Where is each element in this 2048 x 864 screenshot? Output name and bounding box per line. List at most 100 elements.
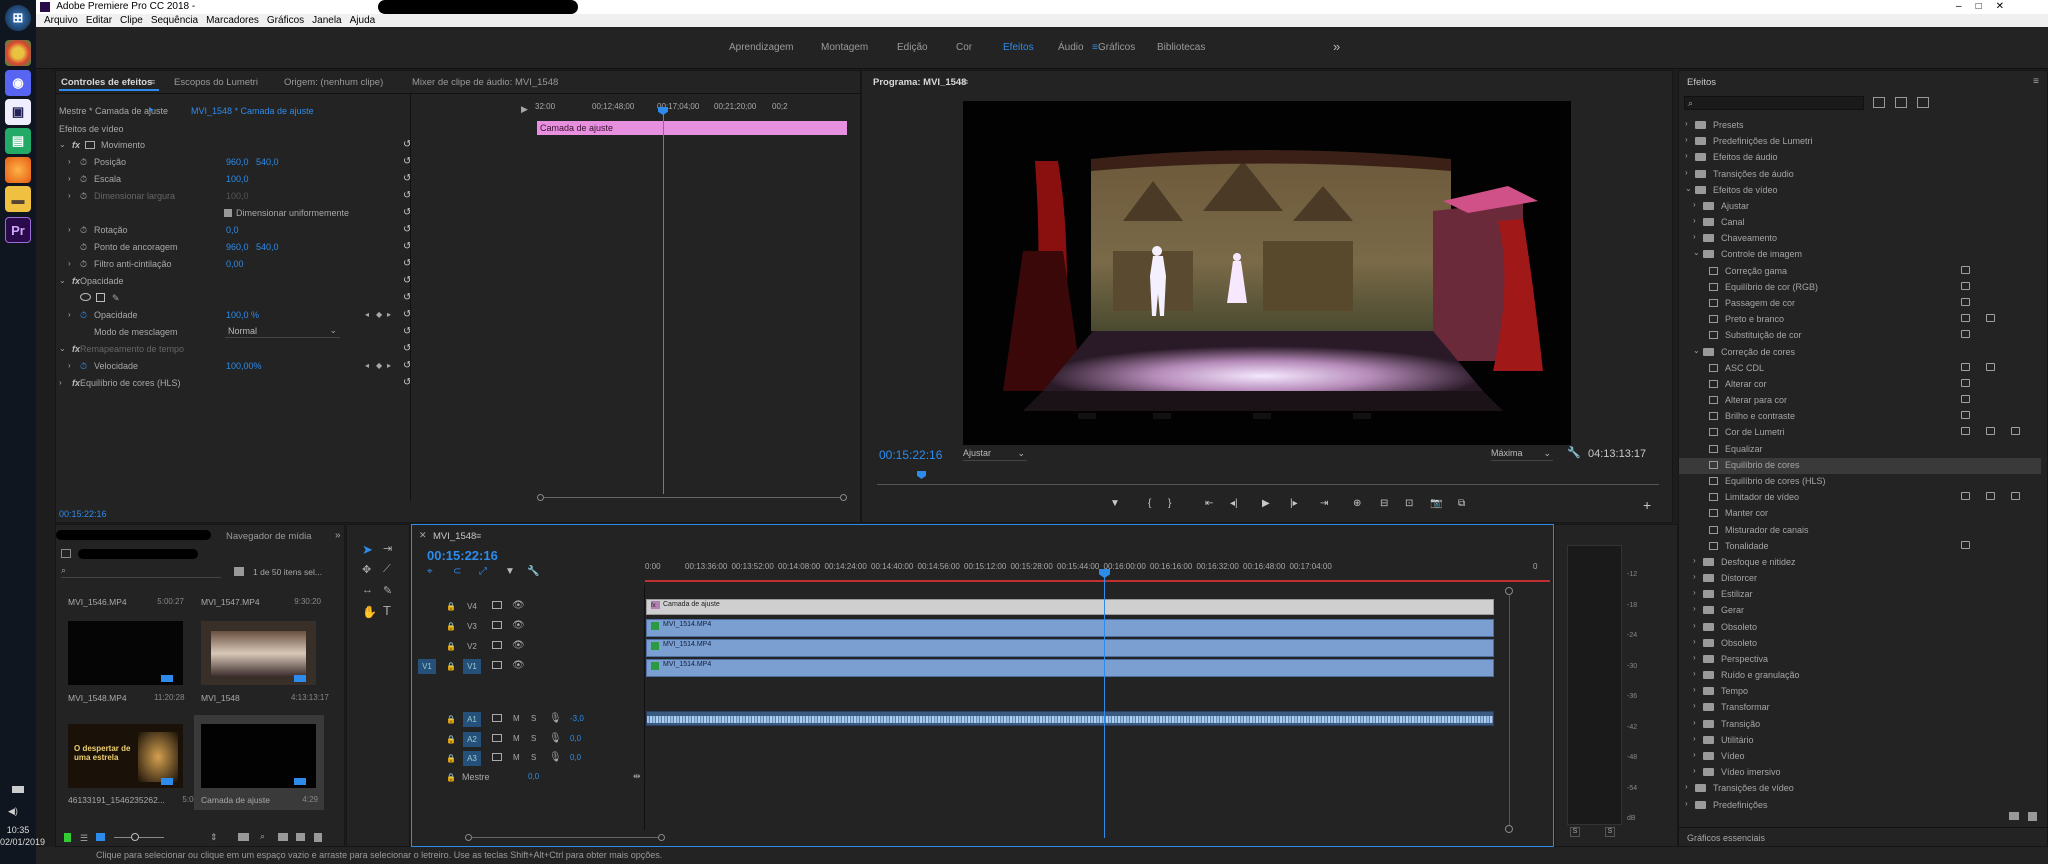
trash-icon[interactable] <box>314 833 322 842</box>
timeline-timecode[interactable]: 00:15:22:16 <box>427 548 498 563</box>
audio-track-header[interactable]: 🔒 A1 M S 🎙 -3,0 <box>412 712 644 730</box>
fx-badge-icon[interactable]: fx <box>72 344 80 354</box>
stopwatch-icon[interactable]: ⏱ <box>80 242 87 253</box>
pen-mask-icon[interactable]: ✎ <box>112 293 120 304</box>
twirl-icon[interactable]: › <box>1693 637 1696 646</box>
lock-track-icon[interactable]: 🔒 <box>446 715 456 724</box>
blend-mode-select[interactable]: Normal ⌄ <box>225 325 340 338</box>
effects-menu-icon[interactable]: ≡ <box>2033 76 2039 87</box>
eye-icon[interactable]: 👁 <box>512 660 525 671</box>
program-timecode[interactable]: 00:15:22:16 <box>879 448 942 462</box>
ec-row[interactable]: › fx Equilíbrio de cores (HLS) ↺ <box>56 376 541 392</box>
eye-icon[interactable]: 👁 <box>512 600 525 611</box>
stopwatch-icon[interactable]: ⏱ <box>80 174 87 185</box>
video-track-header[interactable]: V1 🔒 V1 👁 <box>412 659 644 677</box>
twirl-icon[interactable]: › <box>1693 572 1696 581</box>
twirl-icon[interactable]: › <box>68 191 71 200</box>
menu-item[interactable]: Arquivo <box>44 15 78 26</box>
volume-icon[interactable]: ◀) <box>8 806 18 817</box>
master-volume[interactable]: 0,0 <box>528 772 539 781</box>
media-browser-tab[interactable]: Navegador de mídia <box>226 531 312 542</box>
twirl-icon[interactable]: › <box>68 259 71 268</box>
ellipse-mask-icon[interactable] <box>80 293 91 301</box>
twirl-icon[interactable]: › <box>1693 669 1696 678</box>
effects-search-input[interactable]: ⌕ <box>1684 96 1864 110</box>
reset-icon[interactable]: ↺ <box>403 191 413 201</box>
effects-folder[interactable]: › Chaveamento <box>1679 231 2041 247</box>
workspace-menu-icon[interactable]: ≡ <box>1092 42 1098 53</box>
effects-folder[interactable]: › Transformar <box>1679 700 2041 716</box>
play-clip-icon[interactable]: ▶ <box>521 104 528 115</box>
effects-folder[interactable]: › Utilitário <box>1679 733 2041 749</box>
solo-button[interactable]: S <box>531 753 536 762</box>
effects-folder[interactable]: ⌄ Efeitos de vídeo <box>1679 183 2041 199</box>
sync-lock-icon[interactable] <box>492 621 502 629</box>
stopwatch-icon[interactable]: ⏱ <box>80 157 87 168</box>
twirl-icon[interactable]: ⌄ <box>59 140 66 149</box>
workspace-tab[interactable]: Cor <box>956 42 972 53</box>
ec-row[interactable]: › ⏱ Rotação 0,0 ↺ <box>56 223 541 239</box>
fit-select[interactable]: Ajustar ⌄ <box>963 448 1027 461</box>
project-item-name[interactable]: 46133191_1546235262... <box>68 795 165 805</box>
sync-lock-icon[interactable] <box>492 661 502 669</box>
list-view-icon[interactable]: ☰ <box>80 833 88 844</box>
discord-icon[interactable]: ◉ <box>5 70 31 96</box>
desktop-icon[interactable]: ▣ <box>5 99 31 125</box>
audio-track-header[interactable]: 🔒 A3 M S 🎙 0,0 <box>412 751 644 769</box>
effects-folder[interactable]: › Tempo <box>1679 684 2041 700</box>
twirl-icon[interactable]: › <box>1685 151 1688 160</box>
effect-item[interactable]: Equilíbrio de cores (HLS) <box>1679 474 2041 490</box>
twirl-icon[interactable]: › <box>1693 621 1696 630</box>
timeline-playhead-handle[interactable] <box>1099 569 1110 578</box>
accelerated-filter-icon[interactable] <box>1873 97 1885 108</box>
yuv-filter-icon[interactable] <box>1917 97 1929 108</box>
find-icon[interactable]: ⌕ <box>260 831 265 842</box>
twirl-icon[interactable]: ⌄ <box>1693 346 1700 355</box>
track-volume[interactable]: 0,0 <box>570 734 581 743</box>
reset-icon[interactable]: ↺ <box>403 293 413 303</box>
project-item-name[interactable]: MVI_1546.MP4 <box>68 597 127 607</box>
sync-lock-icon[interactable] <box>492 714 502 722</box>
reset-icon[interactable]: ↺ <box>403 174 413 184</box>
add-button-icon[interactable]: + <box>1643 497 1651 513</box>
twirl-icon[interactable]: › <box>1693 718 1696 727</box>
twirl-icon[interactable]: › <box>1685 119 1688 128</box>
add-keyframe-icon[interactable]: ◆ <box>376 361 382 370</box>
video-track-header[interactable]: 🔒 V4 👁 <box>412 599 644 617</box>
chrome-icon[interactable] <box>5 40 31 66</box>
prev-keyframe-icon[interactable]: ◂ <box>365 310 369 319</box>
ec-tab[interactable]: Escopos do Lumetri <box>174 77 258 88</box>
effects-tab[interactable]: Efeitos <box>1687 77 1716 88</box>
effects-folder[interactable]: › Obsoleto <box>1679 636 2041 652</box>
new-search-bin-icon[interactable] <box>234 567 244 576</box>
essential-graphics-tab[interactable]: Gráficos essenciais <box>1687 833 1765 843</box>
twirl-icon[interactable]: › <box>1693 653 1696 662</box>
program-scrub-bar[interactable] <box>877 484 1659 485</box>
effects-folder[interactable]: › Estilizar <box>1679 587 2041 603</box>
effects-folder[interactable]: › Vídeo imersivo <box>1679 765 2041 781</box>
lock-track-icon[interactable]: 🔒 <box>446 754 456 763</box>
twirl-icon[interactable]: ⌄ <box>59 276 66 285</box>
effect-item[interactable]: Cor de Lumetri <box>1679 425 2041 441</box>
panel-menu-icon[interactable]: ≡ <box>963 77 968 87</box>
ec-row[interactable]: › ⏱ Velocidade 100,00% ◂ ◆ ▸ ↺ <box>56 359 541 375</box>
reset-icon[interactable]: ↺ <box>403 225 413 235</box>
reset-icon[interactable]: ↺ <box>403 378 413 388</box>
track-label[interactable]: A1 <box>463 712 481 727</box>
sequence-clip-label[interactable]: MVI_1548 * Camada de ajuste <box>191 106 314 116</box>
ec-value[interactable]: 540,0 <box>256 157 279 167</box>
track-volume[interactable]: 0,0 <box>570 753 581 762</box>
sequence-tab[interactable]: MVI_1548 <box>433 531 476 542</box>
lock-track-icon[interactable]: 🔒 <box>446 662 456 671</box>
track-label[interactable]: V2 <box>463 639 481 654</box>
selection-tool-icon[interactable]: ➤ <box>362 542 373 558</box>
effect-item[interactable]: Correção gama <box>1679 264 2041 280</box>
effects-folder[interactable]: › Obsoleto <box>1679 620 2041 636</box>
next-keyframe-icon[interactable]: ▸ <box>387 361 391 370</box>
effects-folder[interactable]: › Predefinições <box>1679 798 2041 814</box>
workspace-tab[interactable]: Gráficos <box>1098 42 1135 53</box>
eye-icon[interactable]: 👁 <box>512 640 525 651</box>
twirl-icon[interactable]: › <box>1693 216 1696 225</box>
lock-track-icon[interactable]: 🔒 <box>446 602 456 611</box>
fx-badge-icon[interactable]: fx <box>72 140 80 150</box>
